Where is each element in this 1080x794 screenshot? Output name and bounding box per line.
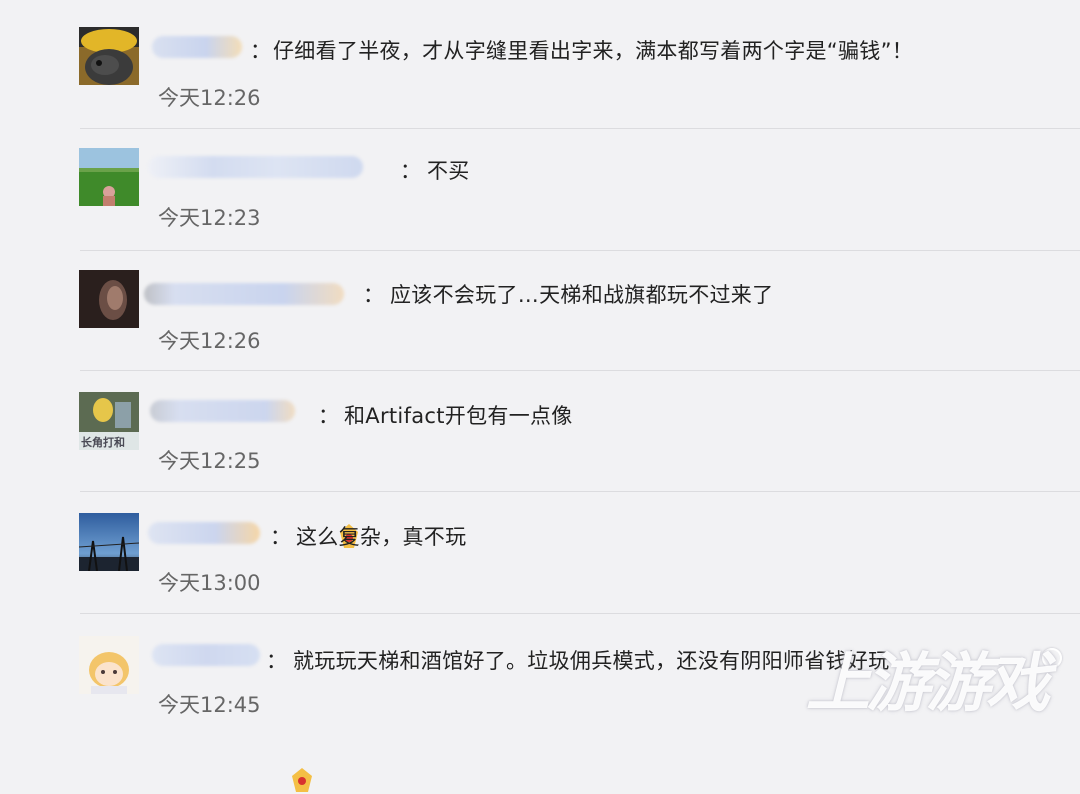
avatar[interactable] bbox=[79, 636, 139, 694]
avatar[interactable] bbox=[79, 27, 139, 85]
comment-item: ： 这么复杂，真不玩 今天13:00 bbox=[0, 492, 1080, 613]
comment-separator: ： bbox=[270, 525, 292, 549]
comment-text: 和Artifact开包有一点像 bbox=[344, 404, 573, 428]
avatar[interactable] bbox=[79, 513, 139, 571]
comment-time: 今天12:25 bbox=[158, 449, 261, 473]
avatar[interactable]: 长角打和 bbox=[79, 392, 139, 450]
username-blurred[interactable] bbox=[152, 644, 260, 666]
comment-separator: ： bbox=[250, 39, 272, 63]
comment-text: 这么复杂，真不玩 bbox=[296, 525, 467, 549]
comment-separator: ： bbox=[266, 649, 288, 673]
comment-time: 今天12:26 bbox=[158, 329, 261, 353]
comment-list: ： 仔细看了半夜，才从字缝里看出字来，满本都写着两个字是“骗钱”！ 今天12:2… bbox=[0, 0, 1080, 792]
avatar[interactable] bbox=[79, 270, 139, 328]
comment-text: 不买 bbox=[427, 159, 470, 183]
watermark: 上游游戏 bbox=[806, 647, 1050, 721]
avatar-caption: 长角打和 bbox=[81, 436, 125, 449]
comment-text: 就玩玩天梯和酒馆好了。垃圾佣兵模式，还没有阴阳师省钱好玩 bbox=[293, 649, 890, 673]
comment-time: 今天13:00 bbox=[158, 571, 261, 595]
comment-time: 今天12:23 bbox=[158, 206, 261, 230]
comment-text: 应该不会玩了…天梯和战旗都玩不过来了 bbox=[390, 283, 774, 307]
comment-separator: ： bbox=[363, 283, 385, 307]
username-blurred[interactable] bbox=[148, 522, 260, 544]
comment-separator: ： bbox=[400, 159, 422, 183]
comment-item: ： 应该不会玩了…天梯和战旗都玩不过来了 今天12:26 bbox=[0, 251, 1080, 548]
username-blurred[interactable] bbox=[144, 283, 344, 305]
comment-item: 长角打和 ： 和Artifact开包有一点像 今天12:25 bbox=[0, 371, 1080, 792]
comment-time: 今天12:26 bbox=[158, 86, 261, 110]
comment-text: 仔细看了半夜，才从字缝里看出字来，满本都写着两个字是“骗钱”！ bbox=[273, 39, 914, 63]
comment-time: 今天12:45 bbox=[158, 693, 261, 717]
comment-item: ： 不买 今天12:23 bbox=[0, 129, 1080, 250]
username-blurred[interactable] bbox=[150, 400, 295, 422]
badge-icon bbox=[292, 768, 312, 792]
comment-separator: ： bbox=[318, 404, 340, 428]
avatar[interactable] bbox=[79, 148, 139, 206]
comment-item: ： 仔细看了半夜，才从字缝里看出字来，满本都写着两个字是“骗钱”！ 今天12:2… bbox=[0, 0, 1080, 128]
username-blurred[interactable] bbox=[152, 36, 242, 58]
username-blurred[interactable] bbox=[148, 156, 363, 178]
